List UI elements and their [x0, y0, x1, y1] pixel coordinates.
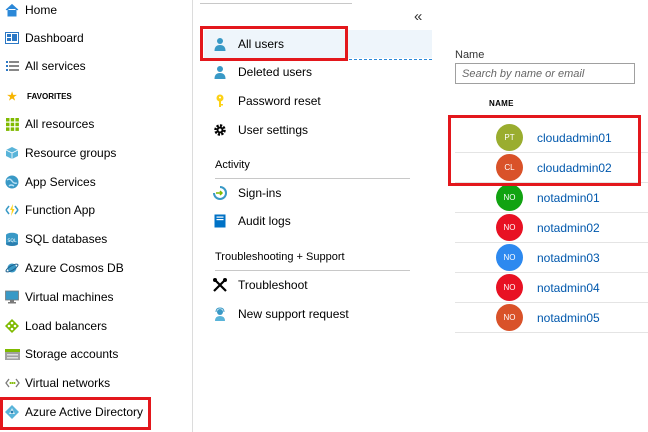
table-row[interactable]: NO notadmin05 — [455, 303, 648, 333]
nav-item-label: Load balancers — [25, 319, 108, 333]
star-icon: ★ — [7, 90, 17, 103]
user-name-link[interactable]: notadmin04 — [537, 281, 600, 295]
menu-item-new-support-request[interactable]: New support request — [212, 300, 412, 328]
menu-item-label: User settings — [238, 123, 309, 137]
grid-icon — [4, 116, 20, 132]
section-heading-activity: Activity — [215, 159, 250, 171]
nav-item-label: Function App — [25, 203, 96, 217]
storage-icon — [4, 346, 20, 362]
nav-item-label: Dashboard — [25, 31, 84, 45]
user-name-link[interactable]: cloudadmin01 — [537, 131, 612, 145]
cube-icon — [4, 145, 20, 161]
nav-item-function-app[interactable]: Function App — [0, 196, 192, 224]
nav-item-label: Resource groups — [25, 146, 117, 160]
collapse-menu-button[interactable]: « — [414, 9, 422, 24]
avatar: NO — [496, 244, 523, 271]
avatar: CL — [496, 154, 523, 181]
globe-icon — [4, 174, 20, 190]
table-row[interactable]: CL cloudadmin02 — [455, 153, 648, 183]
nav-item-azure-active-directory[interactable]: Azure Active Directory — [0, 398, 192, 426]
wrench-icon — [212, 277, 228, 293]
menu-item-deleted-users[interactable]: Deleted users — [212, 58, 412, 86]
avatar: PT — [496, 124, 523, 151]
nav-item-storage-accounts[interactable]: Storage accounts — [0, 340, 192, 368]
search-input[interactable] — [455, 63, 635, 84]
menu-item-all-users[interactable]: All users — [212, 30, 412, 58]
favorites-header: ★ FAVORITES — [0, 86, 192, 106]
nav-item-app-services[interactable]: App Services — [0, 168, 192, 196]
table-row[interactable]: NO notadmin03 — [455, 243, 648, 273]
menu-item-label: All users — [238, 37, 285, 51]
avatar: NO — [496, 214, 523, 241]
active-directory-icon — [4, 404, 20, 420]
home-icon — [4, 2, 20, 18]
nav-item-label: SQL databases — [25, 232, 108, 246]
signin-icon — [212, 185, 228, 201]
nav-item-label: Virtual networks — [25, 376, 111, 390]
menu-item-label: Deleted users — [238, 65, 313, 79]
nav-item-azure-cosmos-db[interactable]: Azure Cosmos DB — [0, 254, 192, 282]
table-row[interactable]: NO notadmin04 — [455, 273, 648, 303]
svg-text:SQL: SQL — [8, 238, 17, 244]
nav-item-label: Azure Cosmos DB — [25, 261, 124, 275]
nav-item-virtual-networks[interactable]: Virtual networks — [0, 369, 192, 397]
menu-item-label: Sign-ins — [238, 186, 282, 200]
left-nav: Home Dashboard All services ★ FAVORITES … — [0, 0, 193, 432]
gear-icon — [212, 122, 228, 138]
menu-item-label: New support request — [238, 307, 349, 321]
nav-item-dashboard[interactable]: Dashboard — [0, 24, 192, 52]
section-heading-troubleshooting: Troubleshooting + Support — [215, 251, 345, 263]
monitor-icon — [4, 289, 20, 305]
nav-item-label: Storage accounts — [25, 347, 119, 361]
menu-item-audit-logs[interactable]: Audit logs — [212, 207, 412, 235]
lightning-icon — [4, 202, 20, 218]
nav-item-sql-databases[interactable]: SQL SQL databases — [0, 225, 192, 253]
network-icon — [4, 375, 20, 391]
user-name-link[interactable]: notadmin02 — [537, 221, 600, 235]
nav-item-all-services[interactable]: All services — [0, 52, 192, 80]
nav-item-resource-groups[interactable]: Resource groups — [0, 139, 192, 167]
nav-item-label: App Services — [25, 175, 96, 189]
diamond-icon — [4, 318, 20, 334]
table-row[interactable]: NO notadmin02 — [455, 213, 648, 243]
nav-item-all-resources[interactable]: All resources — [0, 110, 192, 138]
user-name-link[interactable]: notadmin03 — [537, 251, 600, 265]
key-icon — [212, 93, 228, 109]
name-filter-label: Name — [455, 49, 485, 61]
menu-item-password-reset[interactable]: Password reset — [212, 87, 412, 115]
menu-item-label: Password reset — [238, 94, 321, 108]
dashboard-icon — [4, 30, 20, 46]
table-row[interactable]: PT cloudadmin01 — [455, 123, 648, 153]
menu-item-user-settings[interactable]: User settings — [212, 116, 412, 144]
column-header-name[interactable]: NAME — [489, 99, 514, 108]
user-icon — [212, 64, 228, 80]
favorites-label: FAVORITES — [27, 91, 72, 101]
sql-icon: SQL — [4, 231, 20, 247]
planet-icon — [4, 260, 20, 276]
nav-item-home[interactable]: Home — [0, 0, 192, 24]
menu-item-label: Audit logs — [238, 214, 291, 228]
user-name-link[interactable]: notadmin01 — [537, 191, 600, 205]
user-icon — [212, 36, 228, 52]
user-name-link[interactable]: notadmin05 — [537, 311, 600, 325]
nav-item-label: Azure Active Directory — [25, 405, 144, 419]
avatar: NO — [496, 274, 523, 301]
nav-item-label: Virtual machines — [25, 290, 114, 304]
nav-item-virtual-machines[interactable]: Virtual machines — [0, 283, 192, 311]
divider — [200, 0, 352, 4]
avatar: NO — [496, 184, 523, 211]
menu-item-troubleshoot[interactable]: Troubleshoot — [212, 271, 412, 299]
table-row[interactable]: NO notadmin01 — [455, 183, 648, 213]
support-icon — [212, 306, 228, 322]
nav-item-load-balancers[interactable]: Load balancers — [0, 312, 192, 340]
avatar: NO — [496, 304, 523, 331]
nav-item-label: Home — [25, 3, 58, 17]
menu-item-sign-ins[interactable]: Sign-ins — [212, 179, 412, 207]
list-icon — [4, 58, 20, 74]
nav-item-label: All resources — [25, 117, 95, 131]
book-icon — [212, 213, 228, 229]
user-name-link[interactable]: cloudadmin02 — [537, 161, 612, 175]
menu-item-label: Troubleshoot — [238, 278, 308, 292]
nav-item-label: All services — [25, 59, 86, 73]
